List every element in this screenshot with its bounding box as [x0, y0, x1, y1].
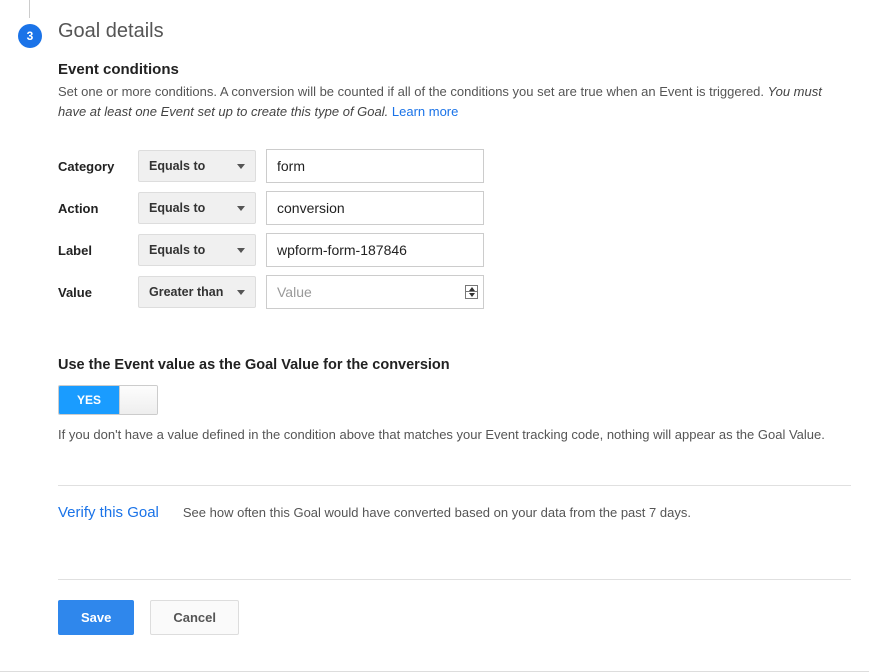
- caret-down-icon: [469, 293, 475, 297]
- action-operator-dropdown[interactable]: Equals to: [138, 192, 256, 224]
- value-operator-dropdown[interactable]: Greater than: [138, 276, 256, 308]
- toggle-on-label: YES: [59, 386, 119, 414]
- step-title: Goal details: [58, 20, 851, 43]
- label-label: Label: [58, 243, 128, 258]
- learn-more-link[interactable]: Learn more: [392, 104, 458, 119]
- save-button[interactable]: Save: [58, 600, 134, 635]
- value-label: Value: [58, 285, 128, 300]
- toggle-knob: [119, 386, 157, 414]
- caret-up-icon: [469, 287, 475, 291]
- chevron-down-icon: [237, 164, 245, 169]
- goal-value-toggle[interactable]: YES: [58, 385, 158, 415]
- divider: [58, 579, 851, 580]
- chevron-down-icon: [237, 206, 245, 211]
- category-label: Category: [58, 159, 128, 174]
- category-value-input[interactable]: [266, 149, 484, 183]
- verify-goal-link[interactable]: Verify this Goal: [58, 504, 159, 521]
- label-value-input[interactable]: [266, 233, 484, 267]
- category-operator-dropdown[interactable]: Equals to: [138, 150, 256, 182]
- label-operator-dropdown[interactable]: Equals to: [138, 234, 256, 266]
- goal-value-help-text: If you don't have a value defined in the…: [58, 425, 828, 445]
- action-label: Action: [58, 201, 128, 216]
- value-value-input[interactable]: [266, 275, 484, 309]
- event-conditions-heading: Event conditions: [58, 61, 851, 78]
- step-number: 3: [27, 29, 34, 43]
- action-value-input[interactable]: [266, 191, 484, 225]
- step-number-circle: 3: [18, 24, 42, 48]
- event-conditions-description: Set one or more conditions. A conversion…: [58, 82, 838, 121]
- goal-value-heading: Use the Event value as the Goal Value fo…: [58, 357, 851, 373]
- chevron-down-icon: [237, 290, 245, 295]
- conditions-grid: Category Equals to Action Equals to Labe…: [58, 149, 851, 309]
- number-spinner[interactable]: [465, 285, 478, 299]
- chevron-down-icon: [237, 248, 245, 253]
- verify-goal-description: See how often this Goal would have conve…: [183, 505, 691, 520]
- cancel-button[interactable]: Cancel: [150, 600, 239, 635]
